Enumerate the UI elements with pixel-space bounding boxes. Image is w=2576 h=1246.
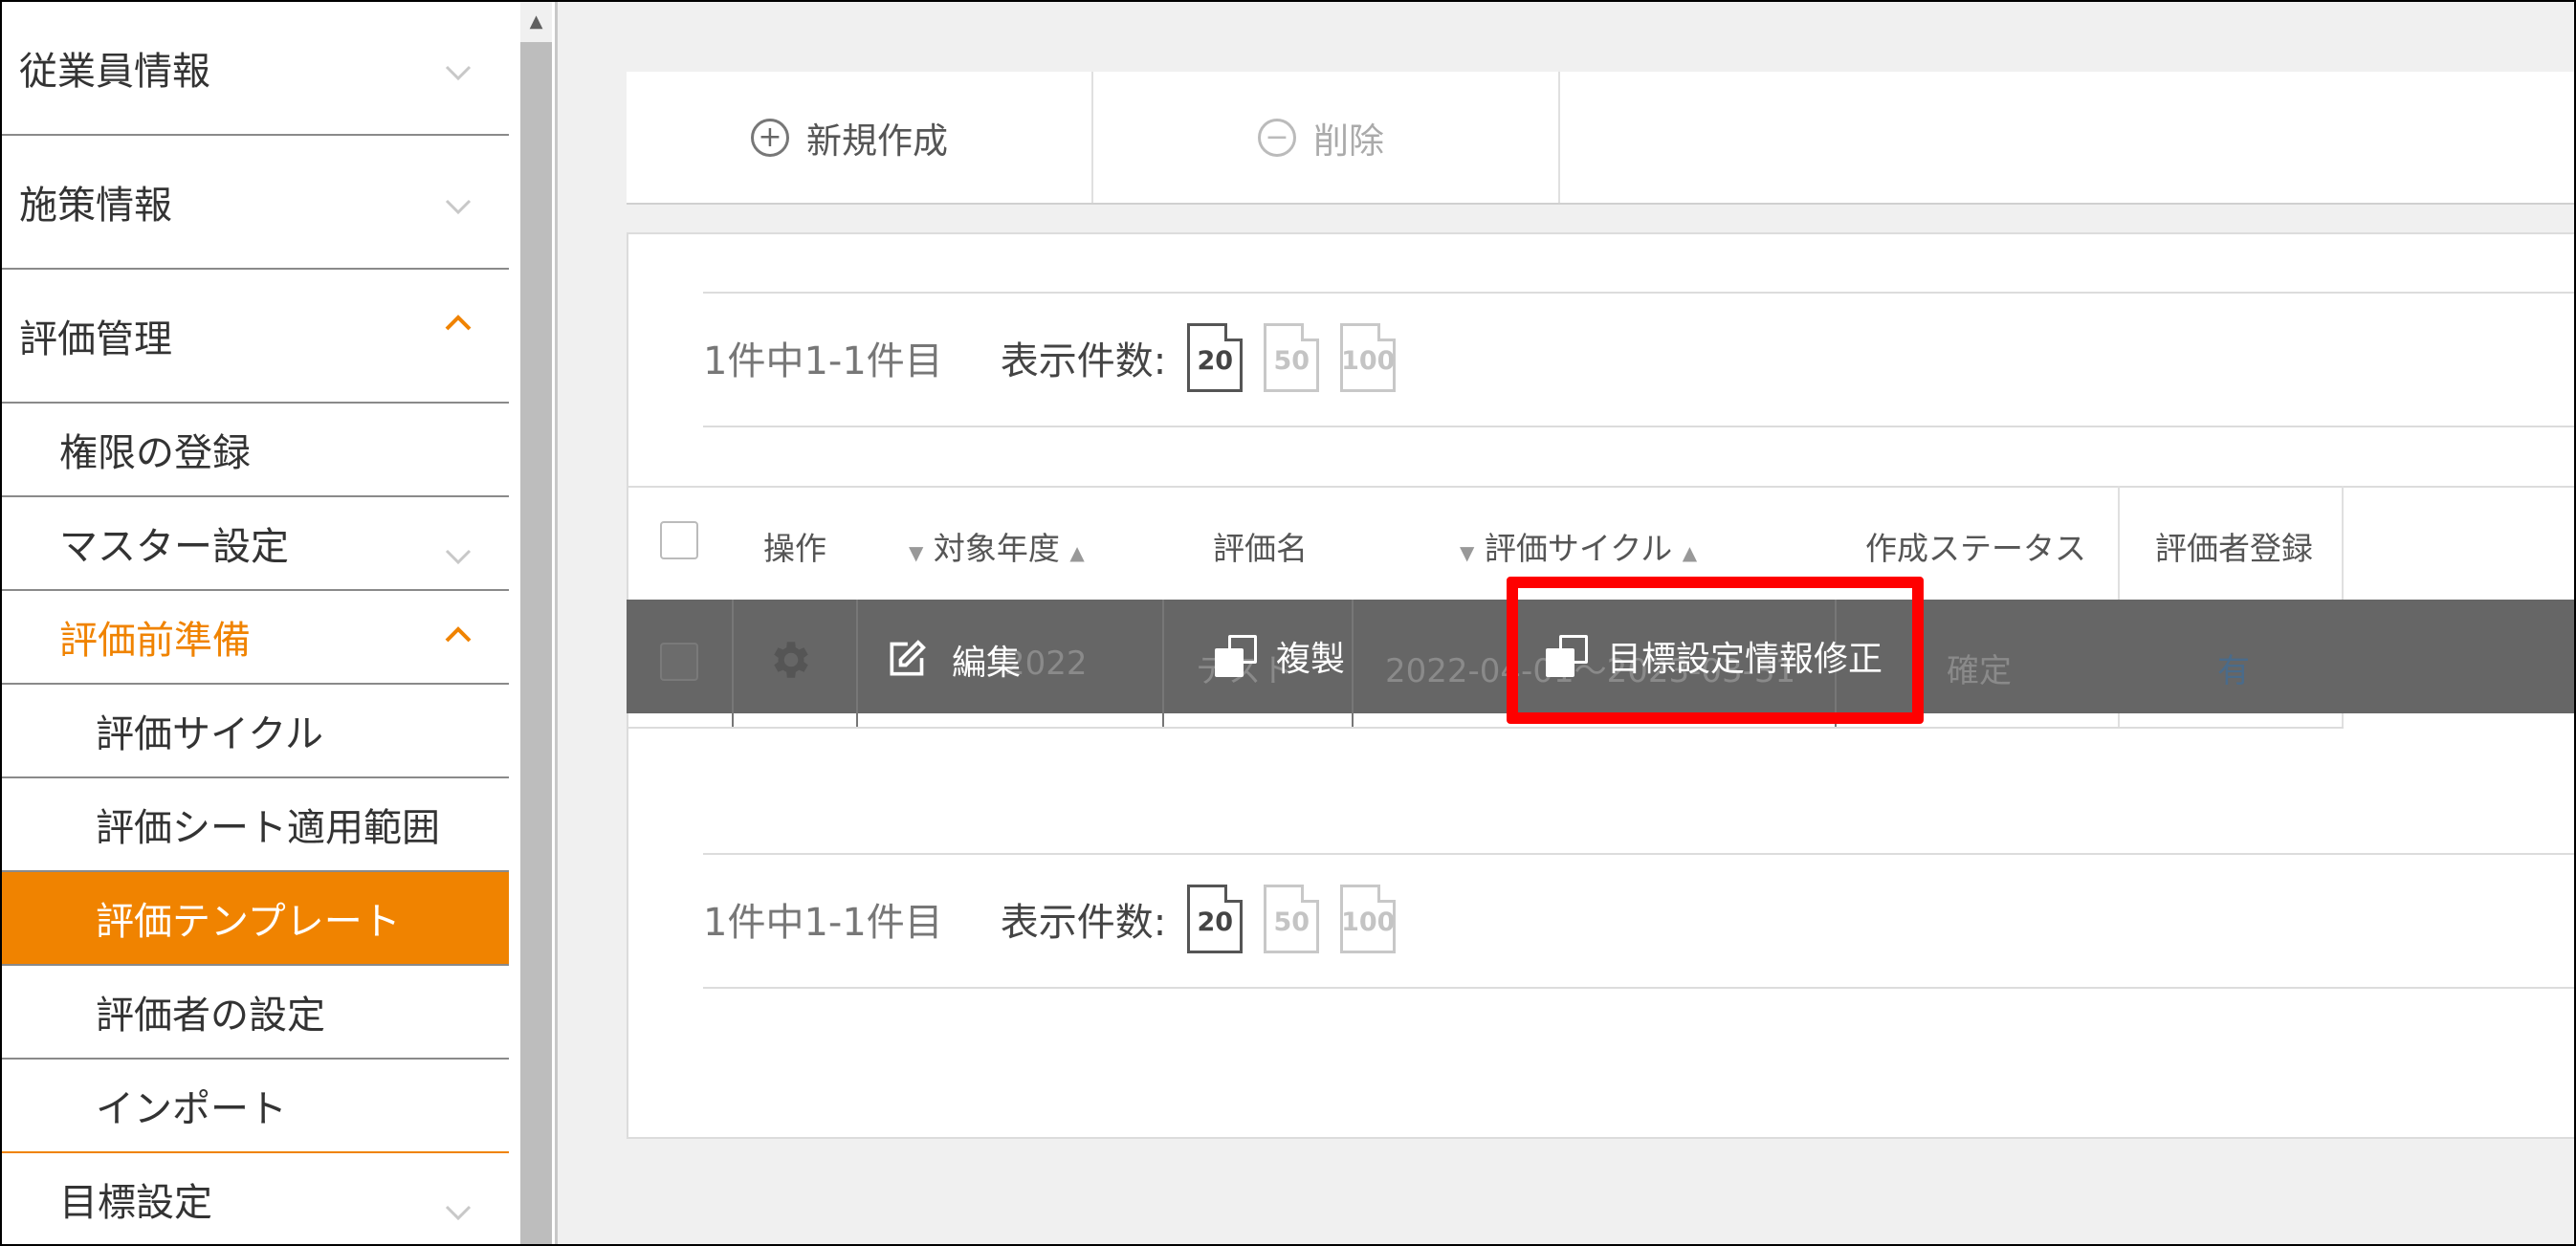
copy-icon (1215, 635, 1257, 677)
sidebar-item-label: 施策情報 (19, 184, 172, 228)
sidebar-item-employee-info[interactable]: 従業員情報 (2, 2, 509, 134)
sidebar-item-label: マスター設定 (59, 525, 289, 569)
pager-bottom: 1件中1-1件目 表示件数: 20 50 100 (703, 885, 1397, 953)
sidebar-item-pre-evaluation[interactable]: 評価前準備 (2, 591, 509, 683)
edit-button[interactable]: 編集 (885, 635, 1021, 685)
divider (1091, 72, 1093, 203)
chevron-up-icon (445, 315, 472, 331)
table-bottom-border (627, 727, 2344, 729)
delete-button-label: 削除 (1313, 120, 1384, 162)
column-divider (856, 600, 858, 727)
sidebar-item-label: 評価テンプレート (96, 900, 401, 944)
sidebar-item-master-settings[interactable]: マスター設定 (2, 497, 509, 589)
column-divider (1162, 600, 1164, 727)
row-checkbox[interactable] (660, 643, 698, 681)
divider (703, 987, 2574, 989)
pager-top: 1件中1-1件目 表示件数: 20 50 100 (703, 323, 1397, 392)
sidebar-item-label: 従業員情報 (19, 50, 210, 94)
chevron-down-icon (445, 1205, 472, 1221)
select-all-checkbox[interactable] (660, 521, 698, 559)
divider (703, 426, 2574, 427)
sidebar-item-evaluation-cycle[interactable]: 評価サイクル (2, 685, 509, 776)
column-divider (732, 600, 734, 727)
table-top-border (627, 486, 2574, 488)
row-status: 確定 (1947, 652, 2012, 690)
chevron-down-icon (445, 199, 472, 215)
pager-count-label: 表示件数: (1000, 901, 1167, 945)
row-evaluator: 有 (2217, 652, 2250, 690)
page-size-20-button[interactable]: 20 (1187, 323, 1244, 392)
sidebar-item-evaluation-management[interactable]: 評価管理 (2, 270, 509, 402)
new-button-label: 新規作成 (806, 120, 948, 162)
plus-circle-icon: + (751, 119, 789, 157)
column-header-name: 評価名 (1213, 530, 1308, 567)
edit-icon (890, 640, 926, 676)
toolbar-bottom-border (627, 203, 2574, 205)
sidebar-item-label: 評価管理 (19, 317, 172, 361)
sidebar-item-policy-info[interactable]: 施策情報 (2, 136, 509, 268)
sidebar-item-label: 権限の登録 (59, 431, 251, 475)
gear-icon[interactable] (767, 636, 815, 684)
sidebar-item-label: 評価者の設定 (96, 994, 325, 1038)
sidebar-item-label: 目標設定 (59, 1180, 212, 1225)
duplicate-button[interactable]: 複製 (1215, 631, 1345, 681)
column-divider (1352, 600, 1354, 727)
pager-range-text: 1件中1-1件目 (703, 901, 943, 945)
page-size-100-button[interactable]: 100 (1340, 885, 1397, 953)
chevron-down-icon (445, 65, 472, 81)
sort-desc-icon[interactable]: ▼ (909, 541, 923, 564)
column-header-cycle-label: 評価サイクル (1484, 530, 1673, 567)
column-header-action: 操作 (763, 530, 826, 567)
edit-button-label: 編集 (952, 644, 1022, 683)
page-size-50-button[interactable]: 50 (1264, 885, 1320, 953)
column-header-cycle[interactable]: ▼ 評価サイクル ▲ (1460, 523, 1697, 569)
scroll-thumb[interactable] (520, 42, 552, 1244)
column-header-status: 作成ステータス (1865, 530, 2086, 567)
sidebar-item-evaluator-settings[interactable]: 評価者の設定 (2, 966, 509, 1058)
sort-asc-icon[interactable]: ▲ (1683, 541, 1697, 564)
minus-circle-icon: − (1258, 119, 1296, 157)
column-header-evaluator: 評価者登録 (2155, 530, 2313, 567)
duplicate-button-label: 複製 (1276, 640, 1346, 679)
highlight-annotation (1507, 577, 1924, 724)
sort-asc-icon[interactable]: ▲ (1069, 541, 1084, 564)
sidebar-item-label: 評価前準備 (59, 619, 251, 663)
sidebar-item-import[interactable]: インポート (2, 1060, 509, 1151)
column-header-year[interactable]: ▼ 対象年度 ▲ (909, 523, 1085, 569)
sidebar-scrollbar[interactable]: ▲ (520, 2, 552, 1244)
sidebar-item-evaluation-template[interactable]: 評価テンプレート (2, 872, 509, 964)
sidebar-item-label: 評価シート適用範囲 (96, 806, 440, 850)
page-size-50-button[interactable]: 50 (1264, 323, 1320, 392)
sort-desc-icon[interactable]: ▼ (1460, 541, 1474, 564)
column-header-year-label: 対象年度 (933, 530, 1060, 567)
pager-range-text: 1件中1-1件目 (703, 339, 943, 383)
sidebar-item-label: インポート (96, 1087, 287, 1131)
sidebar-item-label: 評価サイクル (96, 712, 323, 756)
divider (703, 292, 2574, 294)
sidebar: 従業員情報 施策情報 評価管理 権限の登録 マスター設定 評価前準備 評価サイク… (2, 2, 509, 1244)
sidebar-item-permission-registration[interactable]: 権限の登録 (2, 404, 509, 495)
toolbar: + 新規作成 − 削除 (627, 72, 2574, 203)
divider (703, 853, 2574, 855)
page-size-100-button[interactable]: 100 (1340, 323, 1397, 392)
sidebar-item-goal-setting[interactable]: 目標設定 (2, 1153, 509, 1244)
divider (1558, 72, 1560, 203)
pager-count-label: 表示件数: (1000, 339, 1167, 383)
delete-button[interactable]: − 削除 (1258, 112, 1384, 164)
new-button[interactable]: + 新規作成 (751, 112, 948, 164)
page-size-20-button[interactable]: 20 (1187, 885, 1244, 953)
scroll-up-arrow-icon[interactable]: ▲ (520, 2, 552, 40)
chevron-up-icon (445, 626, 472, 643)
sidebar-item-sheet-scope[interactable]: 評価シート適用範囲 (2, 778, 509, 870)
chevron-down-icon (445, 549, 472, 565)
